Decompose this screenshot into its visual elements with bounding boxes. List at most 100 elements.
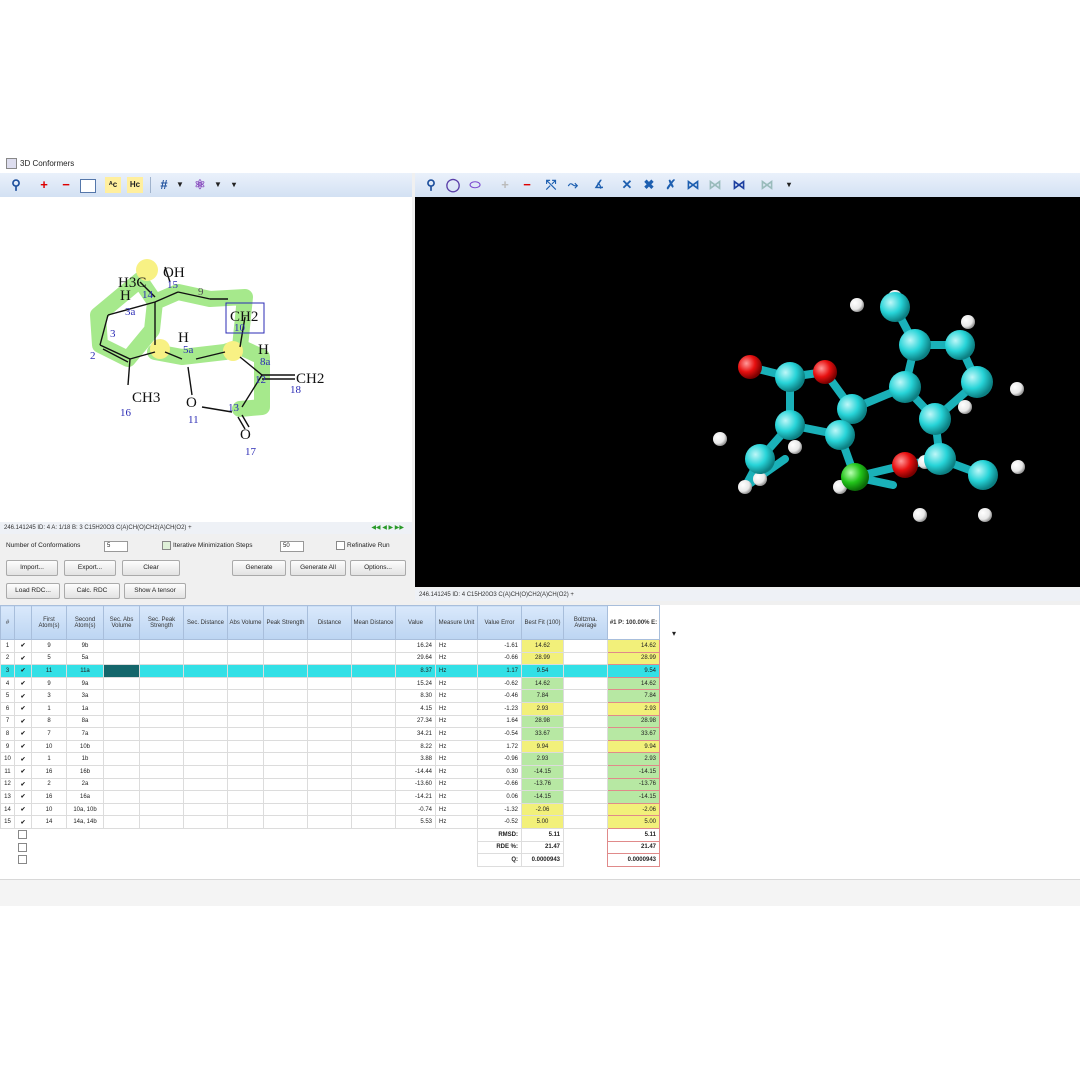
empty-cell[interactable] [139,714,184,729]
iterative-checkbox[interactable] [162,541,171,550]
table-row[interactable]: 6 ✔ 1 1a 4.15 Hz -1.23 2.93 2.93 [0,701,660,716]
value-error-cell[interactable]: -0.46 [477,689,522,703]
row-checkbox[interactable]: ✔ [14,727,32,741]
angle-icon[interactable]: ∡ [591,177,607,193]
unit-cell[interactable]: Hz [435,651,478,666]
second-atom-cell[interactable]: 14a, 14b [66,815,104,829]
xx-icon[interactable]: ✖ [641,177,657,193]
label-icon[interactable]: ᴬc [105,177,121,193]
empty-cell[interactable] [227,764,264,779]
fit-icon[interactable] [80,179,96,193]
rdc-table[interactable]: # First Atom(s) Second Atom(s) Sec. Abs Vol… [0,605,660,867]
second-atom-cell[interactable]: 5a [66,651,104,666]
value-cell[interactable]: 15.24 [395,676,436,691]
value-cell[interactable]: -14.44 [395,764,436,779]
value-cell[interactable]: 3.88 [395,752,436,766]
overflow-icon[interactable]: ▾ [226,177,242,193]
table-row[interactable]: 7 ✔ 8 8a 27.34 Hz 1.64 28.98 28.98 [0,714,660,729]
row-checkbox[interactable]: ✔ [14,664,32,678]
sec-abs-volume-cell[interactable] [103,790,140,804]
sec-abs-volume-cell[interactable] [103,664,140,678]
unit-cell[interactable]: Hz [435,752,478,766]
clear-button[interactable]: Clear [122,560,180,576]
align2-icon[interactable]: ⋈ [707,177,723,193]
best-fit-cell[interactable]: 33.67 [521,727,564,741]
best-fit-cell[interactable]: 7.84 [521,689,564,703]
rdc-data-grid[interactable]: # First Atom(s) Second Atom(s) Sec. Abs Vol… [0,605,1080,879]
empty-cell[interactable] [139,815,184,829]
column-header[interactable]: # [0,605,15,640]
overflow-icon[interactable]: ▾ [781,177,797,193]
empty-cell[interactable] [351,651,396,666]
show-tensor-button[interactable]: Show A tensor [124,583,186,599]
sec-abs-volume-cell[interactable] [103,739,140,754]
unit-cell[interactable]: Hz [435,714,478,729]
row-index-cell[interactable]: 1 [0,639,15,653]
row-checkbox[interactable]: ✔ [14,752,32,766]
column-header[interactable]: Sec. Peak Strength [139,605,184,640]
empty-cell[interactable] [183,651,228,666]
empty-cell[interactable] [263,815,308,829]
empty-cell[interactable] [307,651,352,666]
iterative-checkbox-wrap[interactable]: Iterative Minimization Steps [162,541,252,550]
second-atom-cell[interactable]: 1b [66,752,104,766]
empty-cell[interactable] [227,777,264,792]
empty-cell[interactable] [307,739,352,754]
empty-cell[interactable] [351,777,396,792]
empty-cell[interactable] [307,664,352,678]
bond2-icon[interactable]: ⤳ [565,177,581,193]
empty-cell[interactable] [139,739,184,754]
value-cell[interactable]: 5.53 [395,815,436,829]
value-cell[interactable]: 34.21 [395,727,436,741]
row-checkbox[interactable]: ✔ [14,689,32,703]
column-menu-icon[interactable]: ▾ [672,629,676,638]
options-button[interactable]: Options... [350,560,406,576]
row-index-cell[interactable]: 12 [0,777,15,792]
empty-cell[interactable] [263,651,308,666]
empty-cell[interactable] [307,764,352,779]
table-row[interactable]: 5 ✔ 3 3a 8.30 Hz -0.46 7.84 7.84 [0,689,660,703]
row-checkbox[interactable]: ✔ [14,764,32,779]
second-atom-cell[interactable]: 8a [66,714,104,729]
column-header[interactable]: Sec. Distance [183,605,228,640]
empty-cell[interactable] [351,752,396,766]
conformer-value-cell[interactable]: 28.99 [607,651,660,666]
row-index-cell[interactable]: 11 [0,764,15,779]
sec-abs-volume-cell[interactable] [103,714,140,729]
empty-cell[interactable] [351,639,396,653]
conformer-value-cell[interactable]: -14.15 [607,790,660,804]
unit-cell[interactable]: Hz [435,676,478,691]
row-checkbox[interactable]: ✔ [14,714,32,729]
empty-cell[interactable] [263,714,308,729]
boltzmann-cell[interactable] [563,701,608,716]
second-atom-cell[interactable]: 7a [66,727,104,741]
align-icon[interactable]: ⋈ [685,177,701,193]
column-header[interactable]: Measure Unit [435,605,478,640]
row-checkbox[interactable]: ✔ [14,701,32,716]
row-checkbox[interactable]: ✔ [14,777,32,792]
empty-cell[interactable] [183,764,228,779]
row-checkbox[interactable]: ✔ [14,739,32,754]
empty-cell[interactable] [351,802,396,817]
column-header[interactable]: Boltzma. Average [563,605,608,640]
boltzmann-cell[interactable] [563,752,608,766]
empty-cell[interactable] [183,689,228,703]
empty-checkbox[interactable] [15,854,32,867]
empty-cell[interactable] [183,676,228,691]
unit-cell[interactable]: Hz [435,802,478,817]
boltzmann-cell[interactable] [563,689,608,703]
empty-cell[interactable] [263,727,308,741]
bond-icon[interactable]: ⤲ [543,177,559,193]
zoom-in-icon[interactable]: + [36,177,52,193]
empty-cell[interactable] [351,790,396,804]
empty-cell[interactable] [351,664,396,678]
export-button[interactable]: Export... [64,560,116,576]
unit-cell[interactable]: Hz [435,664,478,678]
column-header[interactable]: Distance [307,605,352,640]
second-atom-cell[interactable]: 16b [66,764,104,779]
column-header[interactable]: Peak Strength [263,605,308,640]
first-atom-cell[interactable]: 2 [31,777,67,792]
conformer-value-cell[interactable]: 5.00 [607,815,660,829]
sec-abs-volume-cell[interactable] [103,777,140,792]
empty-cell[interactable] [307,639,352,653]
